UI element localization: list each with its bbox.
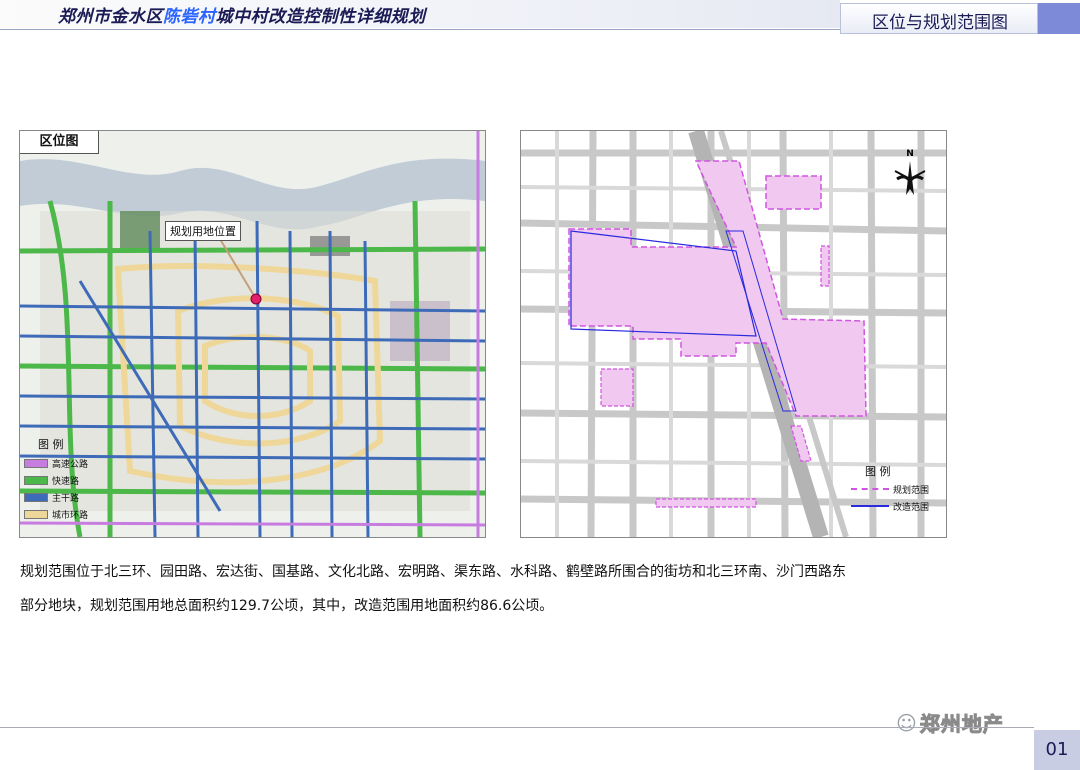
document-title: 郑州市金水区陈砦村城中村改造控制性详细规划 [58, 7, 426, 27]
location-map: 区位图 规划用地位置 图 例 高速公路 快速路 主干路 城市环路 [19, 130, 486, 538]
watermark-text: 郑州地产 [919, 712, 1004, 737]
legend-item-highway: 高速公路 [24, 456, 124, 470]
page-number: 01 [1034, 730, 1080, 770]
section-tab: 区位与规划范围图 [840, 3, 1038, 34]
legend-line-solid [851, 505, 889, 507]
legend-swatch [24, 475, 48, 485]
legend-line-dashed [851, 488, 889, 490]
legend-swatch [24, 492, 48, 502]
location-map-label: 区位图 [20, 131, 99, 154]
legend-item-ring-road: 城市环路 [24, 507, 124, 521]
legend-item-expressway: 快速路 [24, 473, 124, 487]
location-map-legend: 图 例 高速公路 快速路 主干路 城市环路 [24, 436, 124, 524]
plan-area-map: N 图 例 规划范围 改造范围 [520, 130, 947, 538]
village-name: 陈砦村 [163, 7, 216, 27]
legend-swatch [24, 458, 48, 468]
legend-item-planning-range: 规划范围 [851, 482, 931, 496]
legend-item-redevelopment-range: 改造范围 [851, 499, 931, 513]
watermark: ☺ 郑州地产 [896, 708, 1004, 737]
north-arrow: N [893, 149, 927, 199]
description-line-1: 规划范围位于北三环、园田路、宏达街、国基路、文化北路、宏明路、渠东路、水科路、鹤… [20, 564, 846, 580]
legend-swatch [24, 509, 48, 519]
section-title: 区位与规划范围图 [872, 13, 1008, 33]
plan-map-legend: 图 例 规划范围 改造范围 [851, 463, 931, 516]
location-legend-title: 图 例 [38, 438, 64, 451]
header-rule [0, 29, 840, 30]
plan-legend-title: 图 例 [865, 465, 891, 478]
wechat-icon: ☺ [896, 710, 917, 735]
north-label: N [906, 149, 914, 159]
footer-rule [0, 727, 1034, 728]
site-location-label: 规划用地位置 [165, 221, 241, 241]
legend-item-arterial: 主干路 [24, 490, 124, 504]
description-line-2: 部分地块，规划范围用地总面积约129.7公顷，其中，改造范围用地面积约86.6公… [20, 598, 554, 614]
section-accent-block [1038, 3, 1080, 34]
